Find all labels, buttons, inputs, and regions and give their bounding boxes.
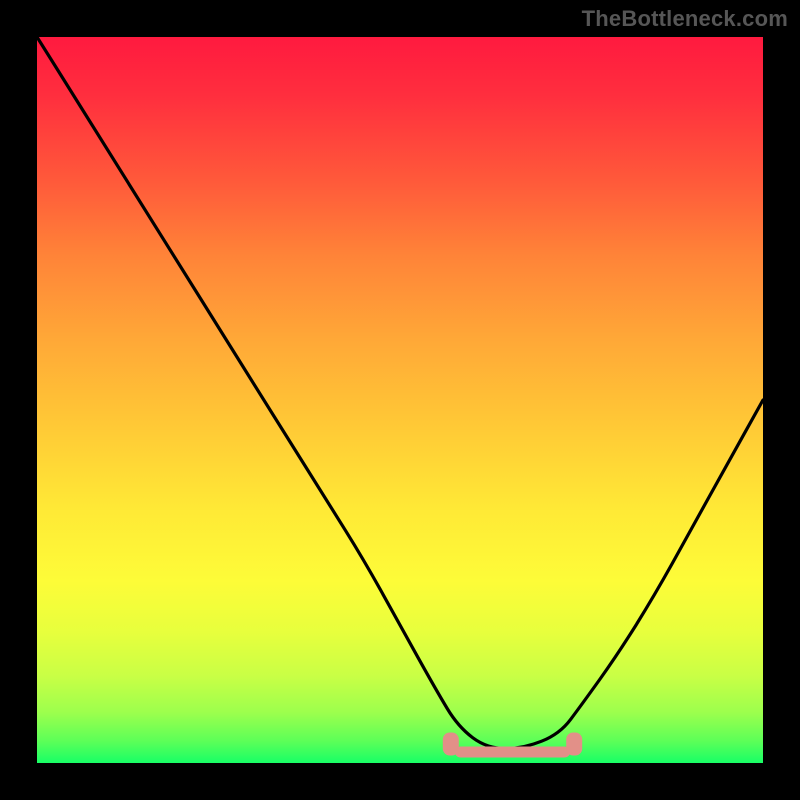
bottleneck-curve-path	[37, 37, 763, 749]
plot-frame	[37, 37, 763, 763]
bottleneck-curve-svg	[37, 37, 763, 763]
optimal-zone-right-pill	[566, 733, 582, 756]
watermark-label: TheBottleneck.com	[582, 6, 788, 32]
optimal-zone-band	[455, 747, 570, 758]
chart-container: TheBottleneck.com	[0, 0, 800, 800]
